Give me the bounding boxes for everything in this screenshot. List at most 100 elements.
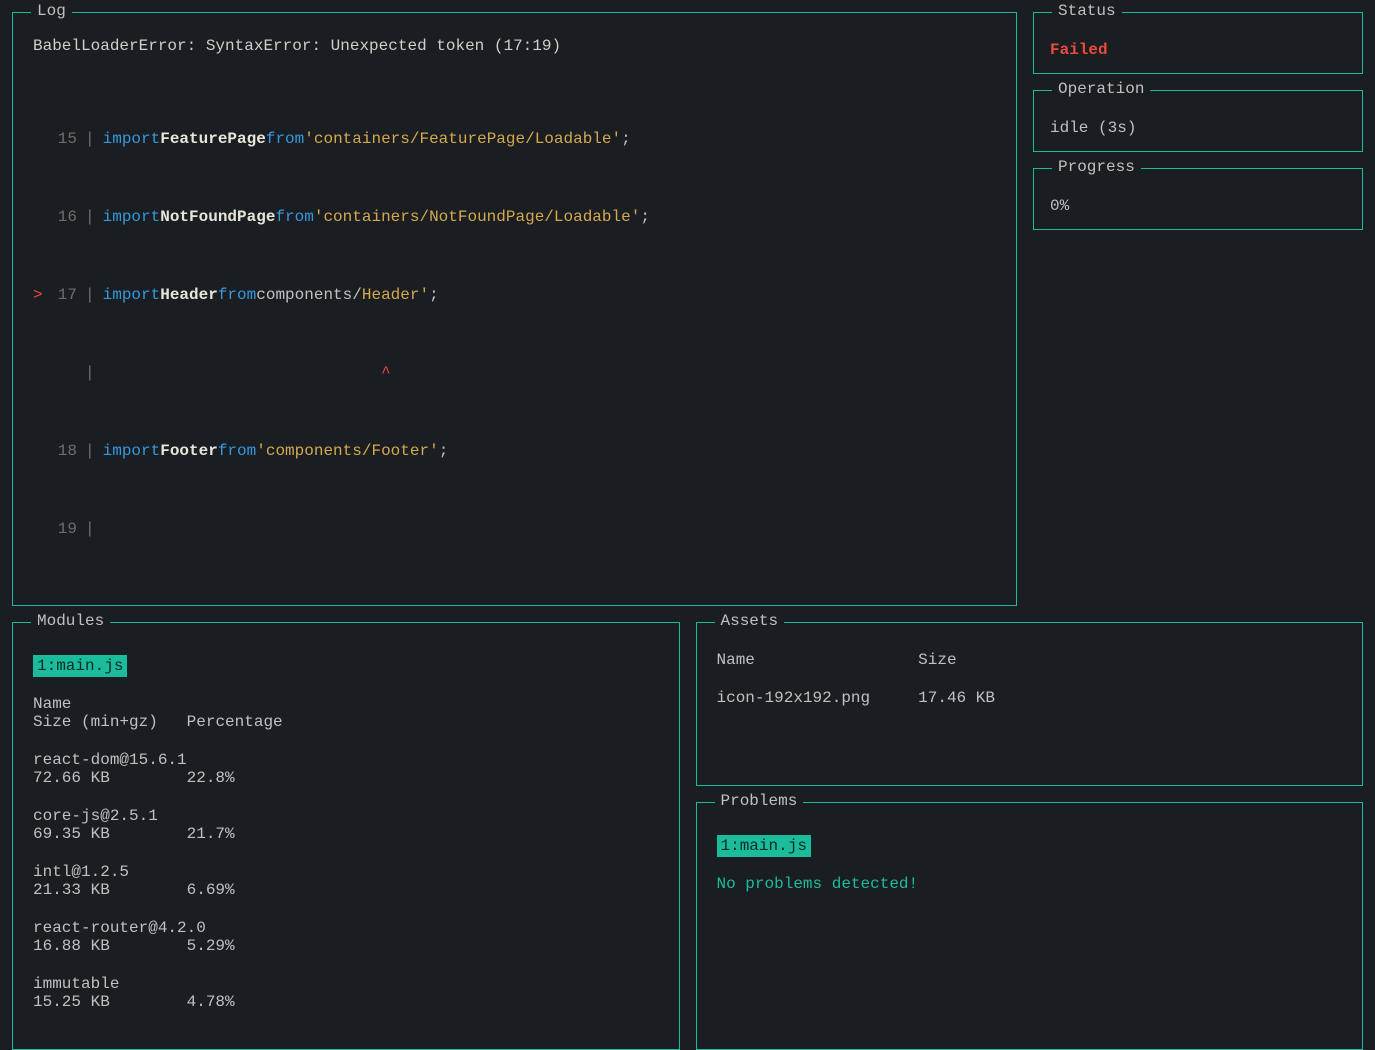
- status-value: Failed: [1050, 41, 1346, 59]
- line-separator: |: [77, 361, 103, 385]
- line-number: 15: [49, 127, 77, 151]
- modules-header: Name Size (min+gz) Percentage: [33, 695, 659, 731]
- code-line-error: >17|import Header from components/Header…: [33, 283, 996, 307]
- line-arrow: [33, 517, 49, 541]
- plain-text: components: [256, 283, 352, 307]
- keyword-from: from: [275, 205, 313, 229]
- slash: /: [352, 283, 362, 307]
- error-arrow-icon: >: [33, 283, 49, 307]
- module-name: react-router@4.2.0: [33, 919, 206, 937]
- line-number: 16: [49, 205, 77, 229]
- line-arrow: [33, 205, 49, 229]
- module-pct: 4.78%: [187, 993, 235, 1011]
- line-arrow: [33, 361, 49, 385]
- asset-row: icon-192x192.png 17.46 KB: [717, 689, 1343, 707]
- line-number: 18: [49, 439, 77, 463]
- string-quote: ': [314, 205, 324, 229]
- code-line: 18|import Footer from 'components/Footer…: [33, 439, 996, 463]
- identifier: NotFoundPage: [160, 205, 275, 229]
- module-pct: 5.29%: [187, 937, 235, 955]
- semicolon: ;: [429, 283, 439, 307]
- module-pct: 6.69%: [187, 881, 235, 899]
- problems-title: Problems: [715, 792, 804, 810]
- string-quote: ': [304, 127, 314, 151]
- string-quote: ': [429, 439, 439, 463]
- log-code-block: 15|import FeaturePage from 'containers/F…: [33, 73, 996, 577]
- module-pct: 22.8%: [187, 769, 235, 787]
- module-row: intl@1.2.5 21.33 KB 6.69%: [33, 863, 659, 899]
- module-size: 21.33 KB: [33, 881, 110, 899]
- operation-value: idle (3s): [1050, 119, 1346, 137]
- line-separator: |: [77, 283, 103, 307]
- operation-title: Operation: [1052, 80, 1150, 98]
- problems-panel: Problems 1:main.js No problems detected!: [696, 802, 1364, 1050]
- code-line: 16|import NotFoundPage from 'containers/…: [33, 205, 996, 229]
- identifier: Footer: [160, 439, 218, 463]
- assets-panel: Assets Name Size icon-192x192.png 17.46 …: [696, 622, 1364, 786]
- caret-line: | ^: [33, 361, 996, 385]
- progress-value: 0%: [1050, 197, 1346, 215]
- keyword-import: import: [103, 283, 161, 307]
- semicolon: ;: [621, 127, 631, 151]
- status-title: Status: [1052, 2, 1122, 20]
- asset-name: icon-192x192.png: [717, 689, 871, 707]
- line-number-empty: [49, 361, 77, 385]
- side-panels: Status Failed Operation idle (3s) Progre…: [1033, 12, 1363, 606]
- line-number: 19: [49, 517, 77, 541]
- string-literal: components/Footer: [266, 439, 429, 463]
- semicolon: ;: [439, 439, 449, 463]
- string-quote: ': [612, 127, 622, 151]
- line-arrow: [33, 439, 49, 463]
- modules-badge[interactable]: 1:main.js: [33, 655, 127, 677]
- problems-badge[interactable]: 1:main.js: [717, 835, 811, 857]
- code-line: 19|: [33, 517, 996, 541]
- module-size: 72.66 KB: [33, 769, 110, 787]
- modules-header-name: Name: [33, 695, 71, 713]
- assets-header-size: Size: [918, 651, 956, 669]
- assets-title: Assets: [715, 612, 785, 630]
- modules-header-size: Size (min+gz): [33, 713, 158, 731]
- string-literal: containers/FeaturePage/Loadable: [314, 127, 612, 151]
- module-name: intl@1.2.5: [33, 863, 129, 881]
- line-separator: |: [77, 205, 103, 229]
- module-name: core-js@2.5.1: [33, 807, 158, 825]
- modules-panel: Modules 1:main.js Name Size (min+gz) Per…: [12, 622, 680, 1050]
- module-name: react-dom@15.6.1: [33, 751, 187, 769]
- module-row: react-dom@15.6.1 72.66 KB 22.8%: [33, 751, 659, 787]
- line-separator: |: [77, 127, 103, 151]
- asset-size: 17.46 KB: [918, 689, 995, 707]
- status-panel: Status Failed: [1033, 12, 1363, 74]
- modules-header-pct: Percentage: [187, 713, 283, 731]
- operation-panel: Operation idle (3s): [1033, 90, 1363, 152]
- caret-spacing: [103, 361, 381, 385]
- log-title: Log: [31, 2, 72, 20]
- module-row: immutable 15.25 KB 4.78%: [33, 975, 659, 1011]
- string-quote: ': [256, 439, 266, 463]
- caret-icon: ^: [381, 361, 391, 385]
- string-quote: ': [419, 283, 429, 307]
- module-size: 16.88 KB: [33, 937, 110, 955]
- line-separator: |: [77, 517, 103, 541]
- keyword-import: import: [103, 127, 161, 151]
- keyword-from: from: [218, 439, 256, 463]
- progress-panel: Progress 0%: [1033, 168, 1363, 230]
- modules-title: Modules: [31, 612, 110, 630]
- keyword-from: from: [218, 283, 256, 307]
- module-size: 15.25 KB: [33, 993, 110, 1011]
- semicolon: ;: [640, 205, 650, 229]
- progress-title: Progress: [1052, 158, 1141, 176]
- identifier: FeaturePage: [160, 127, 266, 151]
- log-error-message: BabelLoaderError: SyntaxError: Unexpecte…: [33, 37, 996, 55]
- keyword-import: import: [103, 439, 161, 463]
- string-literal: containers/NotFoundPage/Loadable: [323, 205, 630, 229]
- line-number: 17: [49, 283, 77, 307]
- identifier: Header: [160, 283, 218, 307]
- line-arrow: [33, 127, 49, 151]
- module-size: 69.35 KB: [33, 825, 110, 843]
- assets-header: Name Size: [717, 651, 1343, 669]
- code-line: 15|import FeaturePage from 'containers/F…: [33, 127, 996, 151]
- module-row: core-js@2.5.1 69.35 KB 21.7%: [33, 807, 659, 843]
- keyword-import: import: [103, 205, 161, 229]
- problems-message: No problems detected!: [717, 875, 1343, 893]
- string-literal: Header: [362, 283, 420, 307]
